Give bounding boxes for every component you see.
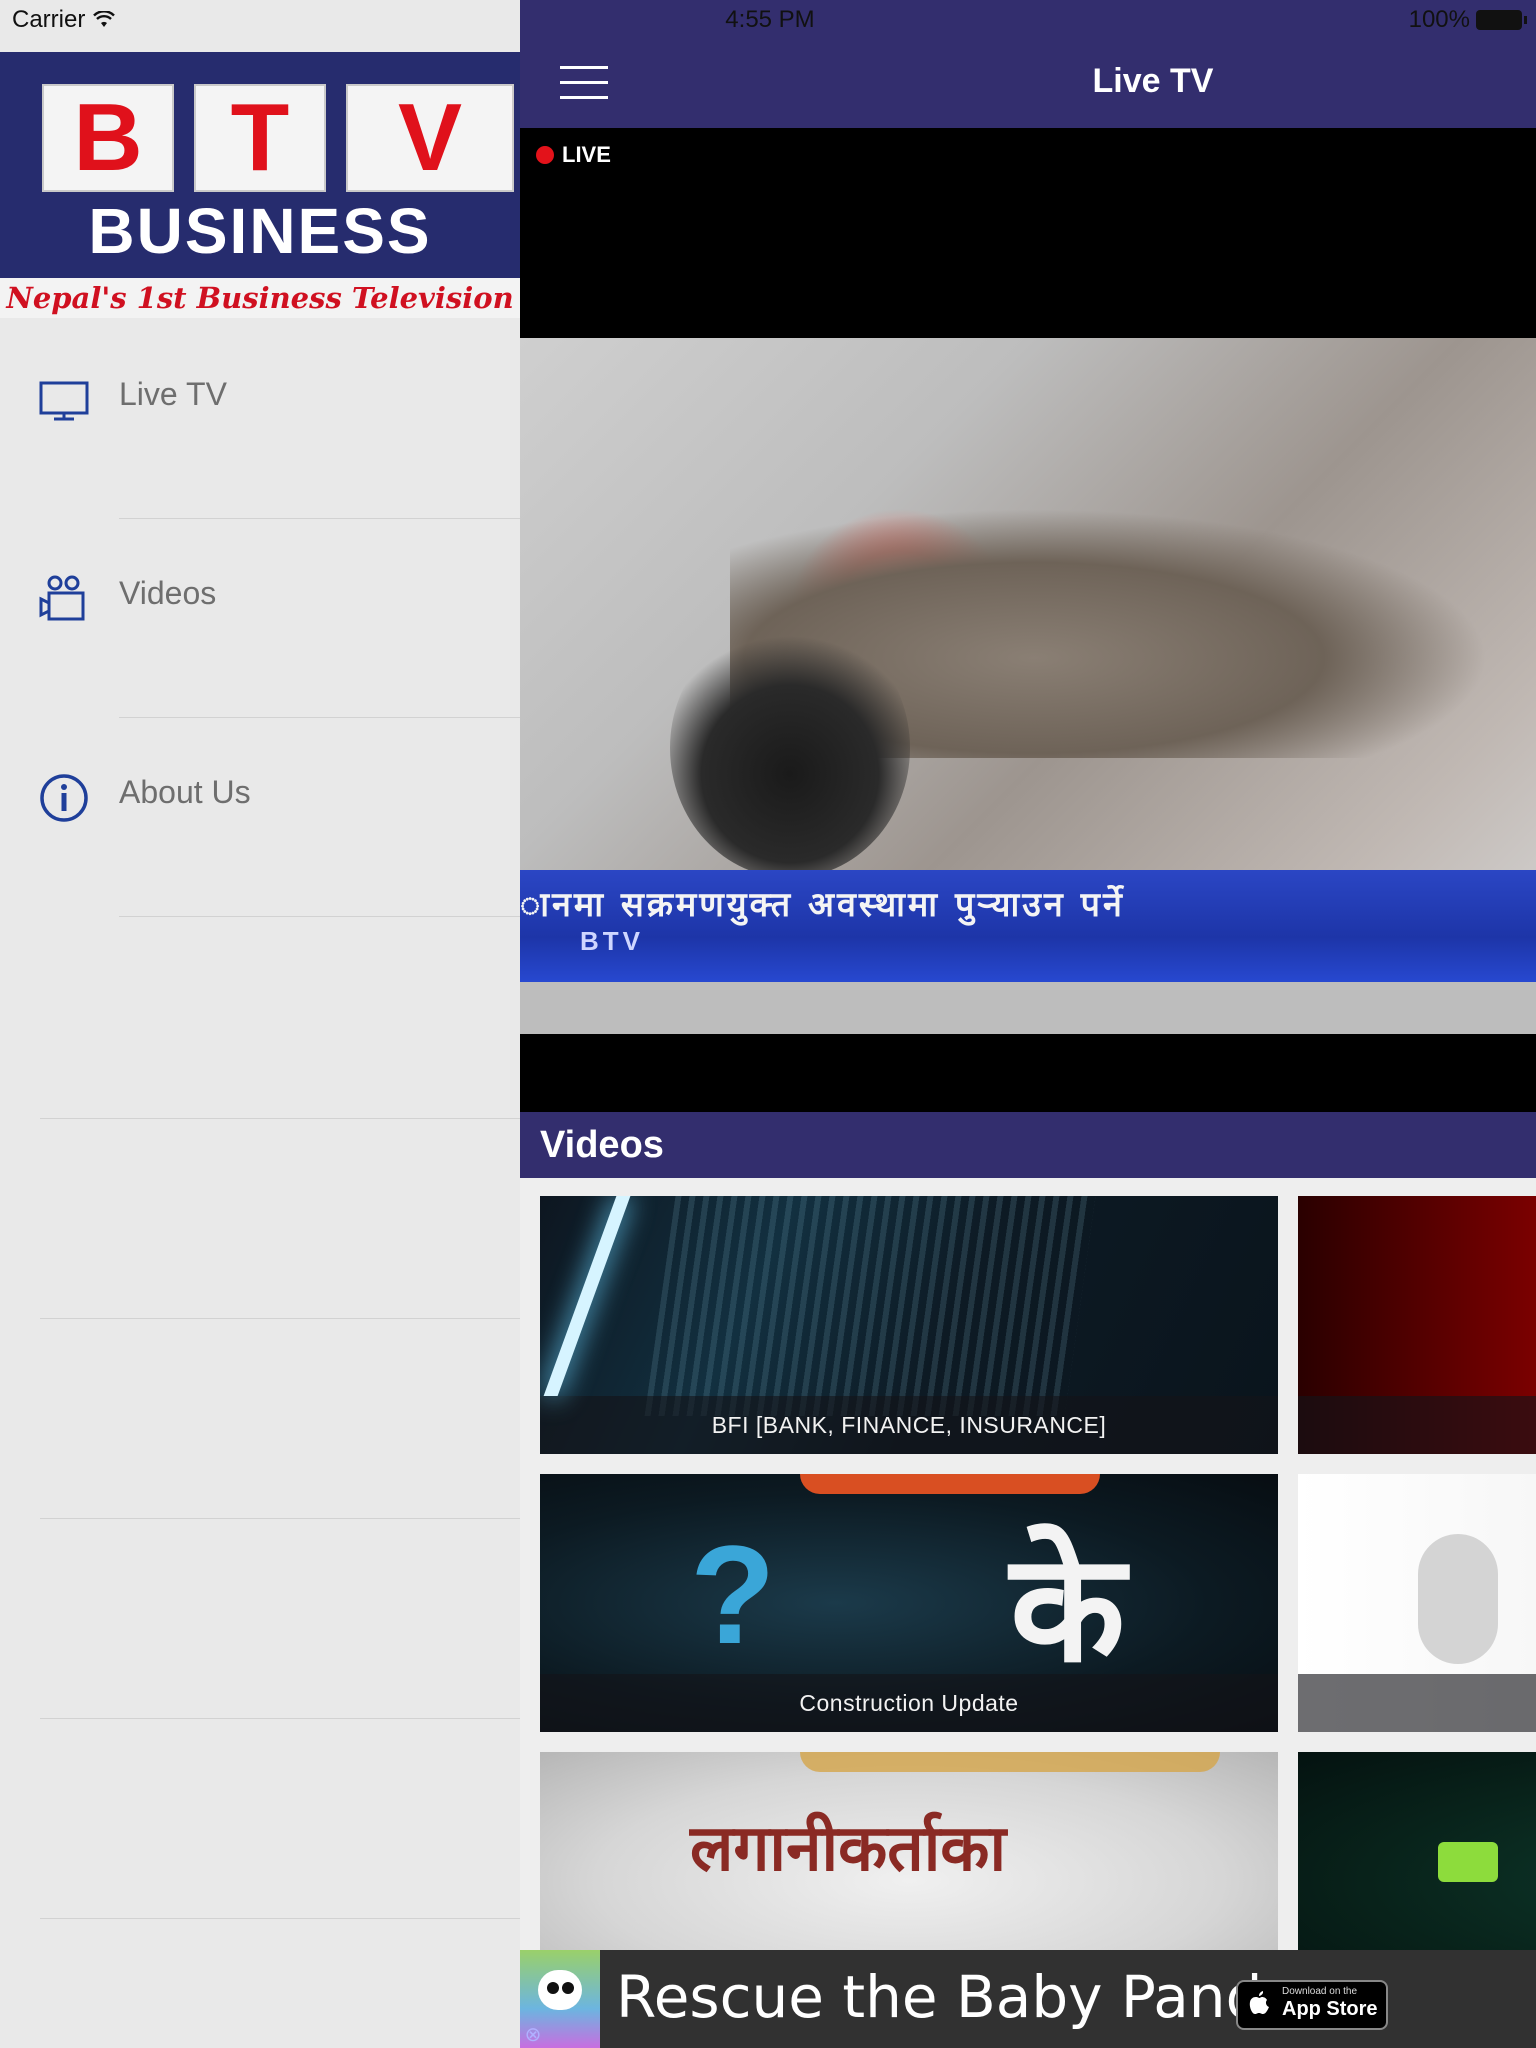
channel-logo: BTV — [580, 926, 644, 956]
video-caption — [1298, 1396, 1536, 1454]
thumbnail-graphic — [800, 1474, 1100, 1494]
ad-banner[interactable]: ⊗ Rescue the Baby Pandas Download on the… — [520, 1950, 1536, 2048]
live-label: LIVE — [562, 142, 611, 167]
news-ticker: ानमा सक्रमणयुक्त अवस्थामा पुऱ्याउन पर्ने… — [520, 870, 1536, 982]
ad-close-icon[interactable]: ⊗ — [522, 2024, 544, 2046]
divider — [40, 1918, 520, 1919]
logo-letter-t: T — [194, 84, 326, 192]
logo-letter-b: B — [42, 84, 174, 192]
store-big-label: App Store — [1282, 1998, 1378, 2020]
video-card[interactable] — [1298, 1196, 1536, 1454]
side-menu: Carrier B T V BUSINESS Nepal's 1st Busin… — [0, 0, 520, 2048]
live-dot-icon — [536, 146, 554, 164]
sidebar-item-live-tv[interactable]: Live TV — [0, 320, 520, 519]
status-battery: 100% — [1408, 6, 1527, 34]
store-small-label: Download on the — [1282, 1986, 1358, 1997]
app-store-button[interactable]: Download on the App Store — [1236, 1980, 1388, 2030]
apple-icon — [1249, 1991, 1269, 2014]
tv-icon — [39, 381, 89, 421]
status-carrier: Carrier — [12, 6, 116, 34]
ad-title: Rescue the Baby Pandas — [616, 1963, 1329, 2031]
sidebar-item-label: Videos — [119, 575, 217, 611]
divider — [40, 1118, 520, 1119]
logo-letter-v: V — [346, 84, 514, 192]
divider — [119, 916, 520, 917]
videos-grid: BFI [BANK, FINANCE, INSURANCE] ? के Cons… — [520, 1178, 1536, 1950]
thumbnail-text: लगानीकर्ताका — [690, 1811, 1007, 1886]
ticker-text: ानमा सक्रमणयुक्त अवस्थामा पुऱ्याउन पर्ने — [520, 885, 1125, 925]
ticker-bottom-band — [520, 982, 1536, 1034]
video-camera-icon — [39, 575, 85, 621]
battery-icon — [1476, 10, 1527, 30]
video-card[interactable] — [1298, 1474, 1536, 1732]
video-content — [670, 618, 910, 878]
logo-business-word: BUSINESS — [88, 195, 432, 267]
video-caption: Construction Update — [540, 1674, 1278, 1732]
panda-face-icon — [538, 1970, 582, 2010]
sidebar-item-about-us[interactable]: About Us — [0, 718, 520, 917]
page-title: Live TV — [1092, 62, 1214, 100]
thumbnail-graphic — [800, 1752, 1220, 1772]
video-frame: ानमा सक्रमणयुक्त अवस्थामा पुऱ्याउन पर्ने… — [520, 338, 1536, 1034]
panda-eye — [547, 1982, 559, 1994]
video-card[interactable]: ? के Construction Update — [540, 1474, 1278, 1732]
sidebar-item-label: Live TV — [119, 376, 227, 412]
video-card[interactable]: BFI [BANK, FINANCE, INSURANCE] — [540, 1196, 1278, 1454]
video-caption — [1298, 1674, 1536, 1732]
navigation-bar: 4:55 PM 100% Live TV — [520, 0, 1536, 128]
video-card[interactable] — [1298, 1752, 1536, 1950]
sidebar-item-label: About Us — [119, 774, 251, 810]
video-caption: BFI [BANK, FINANCE, INSURANCE] — [540, 1396, 1278, 1454]
carrier-label: Carrier — [12, 6, 86, 33]
live-video-player[interactable]: LIVE ानमा सक्रमणयुक्त अवस्थामा पुऱ्याउन … — [520, 128, 1536, 1112]
sidebar-item-videos[interactable]: Videos — [0, 519, 520, 718]
wifi-icon — [93, 11, 116, 27]
info-icon — [40, 774, 88, 822]
btv-business-logo: B T V BUSINESS Nepal's 1st Business Tele… — [0, 52, 520, 318]
status-time: 4:55 PM — [725, 6, 815, 33]
live-badge: LIVE — [536, 142, 611, 168]
divider — [40, 1518, 520, 1519]
panda-eye — [562, 1982, 574, 1994]
battery-percent: 100% — [1408, 6, 1470, 33]
video-card[interactable]: लगानीकर्ताका — [540, 1752, 1278, 1950]
divider — [40, 1718, 520, 1719]
logo-tagline: Nepal's 1st Business Television — [0, 278, 520, 318]
section-title: Videos — [540, 1124, 664, 1166]
videos-section-header: Videos — [520, 1112, 1536, 1178]
divider — [40, 1318, 520, 1319]
main-panel: 4:55 PM 100% Live TV LIVE ानमा सक्रमणयुक… — [520, 0, 1536, 2048]
thumbnail-text: ? — [690, 1516, 776, 1673]
